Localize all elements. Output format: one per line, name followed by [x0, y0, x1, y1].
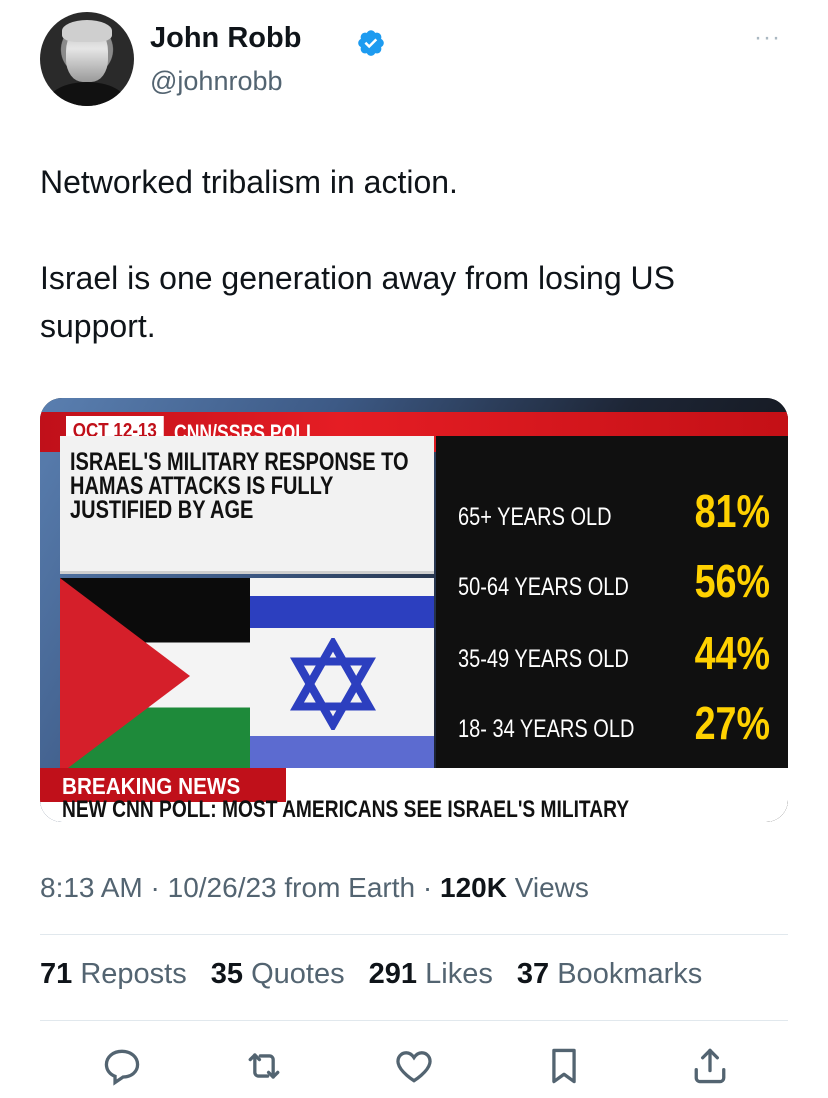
reposts-count-link[interactable]: 71 Reposts	[40, 958, 187, 990]
share-icon[interactable]	[688, 1044, 732, 1088]
more-options-icon[interactable]: ···	[754, 24, 781, 52]
tweet-date[interactable]: 10/26/23	[168, 872, 277, 903]
star-of-david-icon	[290, 638, 376, 730]
stat-value: 56%	[694, 555, 770, 607]
stat-label: 18- 34 YEARS OLD	[458, 715, 635, 743]
views-label: Views	[514, 872, 589, 903]
tweet-header: John Robb @johnrobb ···	[40, 12, 788, 108]
tweet-media-image[interactable]: OCT 12-13 CNN/SSRS POLL ISRAEL'S MILITAR…	[40, 398, 788, 822]
bookmark-icon[interactable]	[542, 1044, 586, 1088]
stat-label: 35-49 YEARS OLD	[458, 645, 629, 673]
stat-row: 50-64 YEARS OLD 56%	[458, 550, 788, 610]
views-count: 120K	[440, 872, 507, 903]
poll-title: ISRAEL'S MILITARY RESPONSE TO HAMAS ATTA…	[70, 448, 409, 524]
stat-value: 81%	[694, 485, 770, 537]
israel-flag-icon	[220, 578, 434, 774]
repost-icon[interactable]	[242, 1044, 286, 1088]
stat-label: 50-64 YEARS OLD	[458, 573, 629, 601]
author-name[interactable]: John Robb	[150, 22, 301, 55]
tweet-meta: 8:13 AM · 10/26/23 from Earth · 120K Vie…	[40, 872, 589, 903]
bookmarks-count-link[interactable]: 37 Bookmarks	[517, 958, 702, 990]
verified-badge-icon	[358, 30, 384, 56]
tweet-line: Networked tribalism in action.	[40, 164, 458, 200]
stat-label: 65+ YEARS OLD	[458, 503, 612, 531]
stat-row: 18- 34 YEARS OLD 27%	[458, 692, 788, 752]
engagement-counts: 71 Reposts 35 Quotes 291 Likes 37 Bookma…	[40, 958, 718, 991]
quotes-count-link[interactable]: 35 Quotes	[211, 958, 345, 990]
tweet-line: Israel is one generation away from losin…	[40, 260, 675, 344]
breaking-news-banner: BREAKING NEWS NEW CNN POLL: MOST AMERICA…	[40, 768, 788, 822]
avatar[interactable]	[40, 12, 134, 106]
author-handle[interactable]: @johnrobb	[150, 66, 283, 97]
divider	[40, 934, 788, 935]
action-bar	[0, 1044, 828, 1092]
divider	[40, 1020, 788, 1021]
stat-value: 27%	[694, 697, 770, 749]
poll-title-box: ISRAEL'S MILITARY RESPONSE TO HAMAS ATTA…	[60, 436, 434, 574]
flags-graphic	[60, 578, 434, 774]
palestine-flag-icon	[60, 578, 250, 774]
tweet-source: from Earth	[284, 872, 416, 903]
likes-count-link[interactable]: 291 Likes	[369, 958, 493, 990]
tweet-text: Networked tribalism in action. Israel is…	[40, 158, 788, 398]
stat-row: 35-49 YEARS OLD 44%	[458, 622, 788, 682]
poll-stats: 65+ YEARS OLD 81% 50-64 YEARS OLD 56% 35…	[436, 436, 788, 776]
stat-row: 65+ YEARS OLD 81%	[458, 480, 788, 540]
news-ticker: NEW CNN POLL: MOST AMERICANS SEE ISRAEL'…	[62, 796, 630, 822]
stat-value: 44%	[694, 627, 770, 679]
like-icon[interactable]	[392, 1044, 436, 1088]
tweet-time[interactable]: 8:13 AM	[40, 872, 143, 903]
reply-icon[interactable]	[100, 1044, 144, 1088]
